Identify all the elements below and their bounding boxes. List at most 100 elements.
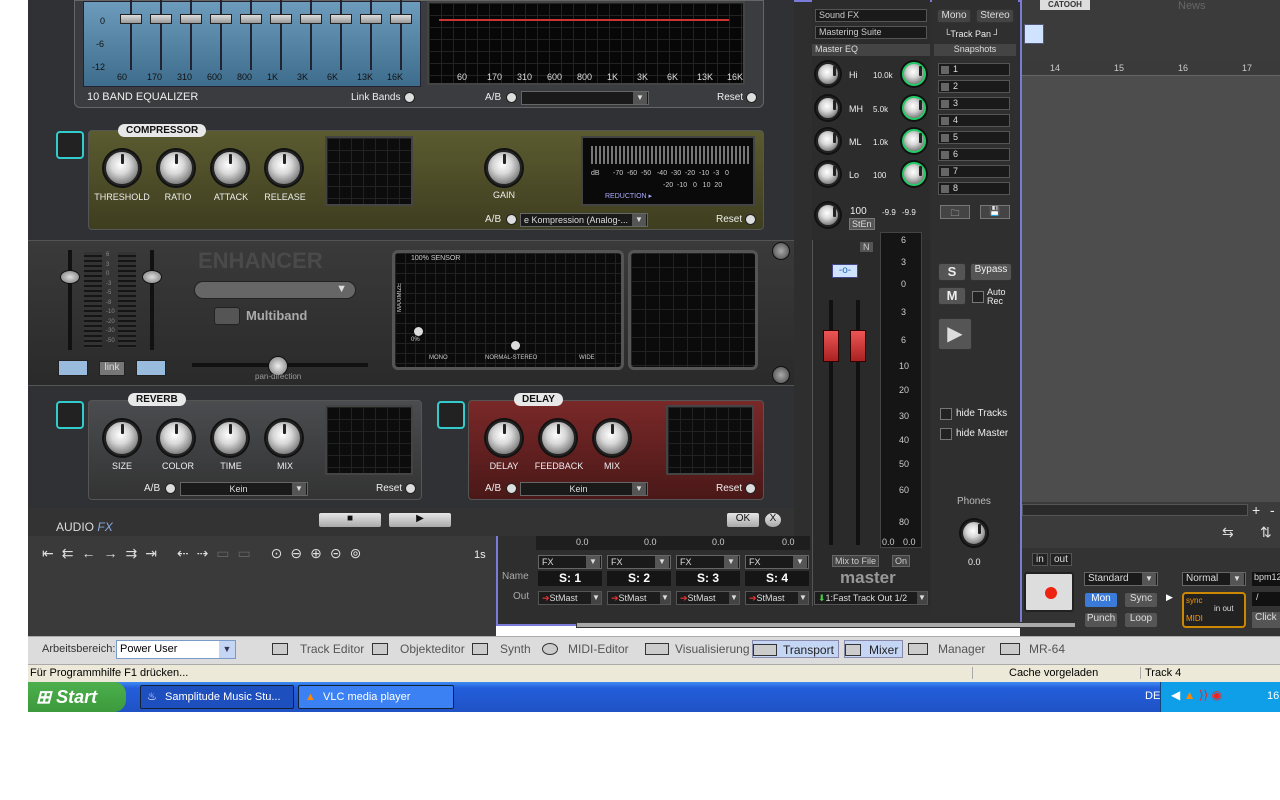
master-fader-right[interactable]: [850, 330, 866, 362]
close-button[interactable]: X: [764, 512, 782, 528]
release-knob[interactable]: [266, 150, 302, 186]
master-eq-lo-gain-knob[interactable]: [816, 162, 840, 186]
stereo-width-slider[interactable]: [511, 341, 520, 350]
marker-left-icon[interactable]: ⇠: [177, 545, 197, 561]
eq-band-slider[interactable]: [390, 14, 412, 24]
comp-reset-toggle[interactable]: [745, 214, 756, 225]
time-knob[interactable]: [212, 420, 248, 456]
stereo-enhancer-knob[interactable]: [816, 203, 840, 227]
mix-to-file-button[interactable]: Mix to File: [832, 555, 880, 567]
snapshot-slot[interactable]: 7: [938, 165, 1010, 178]
eq-band-slider[interactable]: [150, 14, 172, 24]
master-eq-hi-gain-knob[interactable]: [816, 62, 840, 86]
master-fader-left[interactable]: [823, 330, 839, 362]
strip-out-select[interactable]: ➔StMast: [538, 591, 602, 605]
vlc-tray-icon[interactable]: ▲: [1184, 688, 1196, 702]
zoom-5-icon[interactable]: ⊚: [350, 545, 370, 561]
attack-knob[interactable]: [212, 150, 248, 186]
eq-band-slider[interactable]: [360, 14, 382, 24]
auto-rec-checkbox[interactable]: [972, 291, 984, 303]
go-start-icon[interactable]: ⇤: [42, 545, 62, 561]
master-play-button[interactable]: ▶: [938, 318, 972, 350]
mon-button[interactable]: Mon: [1084, 592, 1118, 608]
eq-preset-select[interactable]: [521, 91, 649, 105]
workspace-select[interactable]: Power User ▼: [116, 640, 236, 659]
enhancer-left-slider[interactable]: [60, 270, 80, 284]
strip-out-select[interactable]: ➔StMast: [607, 591, 671, 605]
folder-icon[interactable]: 🗀: [940, 205, 970, 219]
forward-fast-icon[interactable]: ⇉: [125, 545, 145, 561]
mode-normal-select[interactable]: Normal: [1182, 572, 1246, 586]
zoom-1-icon[interactable]: ⊙: [271, 545, 291, 561]
manager-button[interactable]: Manager: [908, 640, 985, 658]
zoom-minus-button[interactable]: -: [1270, 502, 1275, 518]
ok-button[interactable]: OK: [726, 512, 760, 528]
color-knob[interactable]: [158, 420, 194, 456]
strip-name[interactable]: S: 3: [676, 571, 740, 586]
snapshot-slot[interactable]: 3: [938, 97, 1010, 110]
track-icon[interactable]: [1024, 24, 1044, 44]
comp-preset-select[interactable]: e Kompression (Analog-...: [520, 213, 648, 227]
tray-icons[interactable]: ◀ ▲ ⟩⟩ ◉: [1171, 688, 1222, 702]
compressor-power-button[interactable]: [56, 131, 84, 159]
tray-arrow-icon[interactable]: ◀: [1171, 688, 1180, 702]
rewind-icon[interactable]: ←: [81, 545, 103, 561]
zoom-2-icon[interactable]: ⊖: [290, 545, 310, 561]
master-eq-mh-gain-knob[interactable]: [816, 96, 840, 120]
stereo-button[interactable]: Stereo: [976, 9, 1014, 23]
delay-ab-toggle[interactable]: [506, 483, 517, 494]
link-bands-toggle[interactable]: [404, 92, 415, 103]
mix-on-button[interactable]: On: [892, 555, 911, 567]
marker-a-icon[interactable]: ▭: [216, 545, 237, 561]
mastering-suite-button[interactable]: Mastering Suite: [815, 26, 927, 39]
hide-tracks-checkbox[interactable]: [940, 408, 952, 420]
snapshot-slot[interactable]: 5: [938, 131, 1010, 144]
master-eq-hi-freq-knob[interactable]: [902, 62, 926, 86]
news-label[interactable]: News: [1178, 0, 1206, 12]
multiband-checkbox[interactable]: [214, 307, 240, 325]
sound-fx-button[interactable]: Sound FX: [815, 9, 927, 22]
phones-knob[interactable]: [961, 520, 987, 546]
marker-right-icon[interactable]: ⇢: [197, 545, 217, 561]
eq-band-slider[interactable]: [300, 14, 322, 24]
bpm-display[interactable]: bpm12: [1252, 572, 1280, 586]
zoom-4-icon[interactable]: ⊝: [330, 545, 350, 561]
language-indicator[interactable]: DE: [1145, 690, 1160, 702]
feedback-knob[interactable]: [540, 420, 576, 456]
zoom-3-icon[interactable]: ⊕: [310, 545, 330, 561]
strip-fx-select[interactable]: FX: [745, 555, 809, 569]
enhancer-mode-select[interactable]: ▼: [194, 281, 356, 299]
transport-button[interactable]: Transport: [752, 640, 839, 658]
marker-b-icon[interactable]: ▭: [238, 545, 259, 561]
reverb-power-button[interactable]: [56, 401, 84, 429]
taskbar-item-samplitude[interactable]: ♨ Samplitude Music Stu...: [140, 685, 294, 709]
stop-button[interactable]: ■: [318, 512, 382, 528]
strip-fx-select[interactable]: FX: [538, 555, 602, 569]
solo-button[interactable]: S: [938, 263, 966, 281]
master-eq-ml-freq-knob[interactable]: [902, 129, 926, 153]
master-out-select[interactable]: ⬇1:Fast Track Out 1/2: [814, 591, 928, 605]
mr64-button[interactable]: MR-64: [1000, 640, 1065, 658]
track-editor-button[interactable]: Track Editor: [272, 640, 364, 658]
maximize-slider[interactable]: [414, 327, 423, 336]
synth-button[interactable]: Synth: [472, 640, 531, 658]
updown-icon[interactable]: ⇅: [1260, 524, 1272, 541]
delay-mix-knob[interactable]: [594, 420, 630, 456]
eq-band-slider[interactable]: [120, 14, 142, 24]
delay-reset-toggle[interactable]: [745, 483, 756, 494]
strip-name[interactable]: S: 1: [538, 571, 602, 586]
eq-band-slider[interactable]: [330, 14, 352, 24]
snapshot-slot[interactable]: 6: [938, 148, 1010, 161]
swap-icon[interactable]: ⇆: [1222, 524, 1234, 541]
scroll-bar[interactable]: [1022, 504, 1248, 516]
enhancer-link-button[interactable]: link: [99, 361, 125, 376]
mix-knob[interactable]: [266, 420, 302, 456]
play-arrow-icon[interactable]: ▶: [1166, 592, 1173, 603]
sync-midi-box[interactable]: sync MIDI in out: [1182, 592, 1246, 628]
strip-name[interactable]: S: 2: [607, 571, 671, 586]
eq-band-slider[interactable]: [240, 14, 262, 24]
in-button[interactable]: in: [1032, 553, 1048, 566]
midi-editor-button[interactable]: MIDI-Editor: [542, 640, 629, 658]
strip-fx-select[interactable]: FX: [607, 555, 671, 569]
enhancer-right-slider[interactable]: [142, 270, 162, 284]
